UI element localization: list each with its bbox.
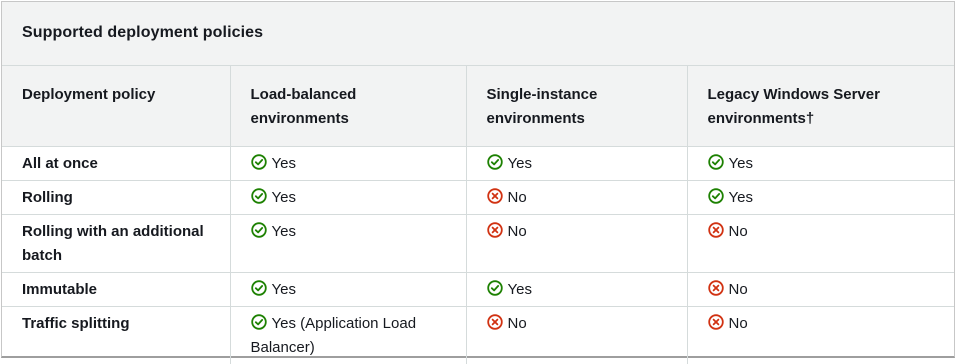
x-circle-icon (486, 187, 503, 204)
support-cell: Yes (230, 272, 467, 307)
support-cell: Yes (466, 272, 688, 307)
support-cell: Yes (466, 146, 688, 181)
support-cell: No (466, 180, 688, 215)
support-cell: Yes (687, 146, 954, 181)
x-circle-icon (707, 221, 724, 238)
check-circle-icon (250, 153, 267, 170)
check-circle-icon (250, 187, 267, 204)
table-caption: Supported deployment policies (2, 2, 954, 66)
support-value: Yes (271, 188, 296, 206)
table-row: Immutable Yes Yes No (2, 272, 954, 307)
support-value: Yes (271, 222, 296, 240)
support-cell: No (687, 306, 954, 364)
support-cell: No (687, 214, 954, 273)
table-row: Rolling Yes No Yes (2, 180, 954, 215)
support-value: No (728, 280, 748, 298)
table-body: All at once Yes Yes Yes Rolling Yes No Yes Rolli… (2, 146, 954, 364)
support-value: No (728, 222, 748, 240)
header-deployment-policy: Deployment policy (2, 66, 231, 147)
support-cell: No (466, 214, 688, 273)
x-circle-icon (486, 313, 503, 330)
policy-name: Traffic splitting (2, 306, 231, 364)
support-value: Yes (271, 154, 296, 172)
support-value: Yes (Application Load Balancer) (250, 314, 417, 356)
header-row: Deployment policy Load-balanced environm… (2, 66, 954, 147)
support-cell: Yes (Application Load Balancer) (230, 306, 467, 364)
x-circle-icon (707, 279, 724, 296)
table-row: Rolling with an additional batch Yes No No (2, 214, 954, 273)
check-circle-icon (707, 187, 724, 204)
support-cell: No (687, 272, 954, 307)
support-value: No (507, 188, 527, 206)
policy-name: Immutable (2, 272, 231, 307)
support-value: No (728, 314, 748, 332)
check-circle-icon (250, 279, 267, 296)
support-cell: Yes (230, 146, 467, 181)
support-cell: Yes (230, 214, 467, 273)
support-cell: No (466, 306, 688, 364)
check-circle-icon (707, 153, 724, 170)
support-value: Yes (271, 280, 296, 298)
policy-name: Rolling (2, 180, 231, 215)
x-circle-icon (707, 313, 724, 330)
policy-name: All at once (2, 146, 231, 181)
deployment-policies-table: Supported deployment policies Deployment… (1, 1, 955, 364)
support-value: Yes (728, 154, 753, 172)
policies-table: Deployment policy Load-balanced environm… (2, 66, 954, 364)
check-circle-icon (250, 313, 267, 330)
check-circle-icon (486, 279, 503, 296)
check-circle-icon (486, 153, 503, 170)
support-cell: Yes (687, 180, 954, 215)
support-value: Yes (507, 280, 532, 298)
table-row: Traffic splitting Yes (Application Load B… (2, 306, 954, 364)
support-value: No (507, 314, 527, 332)
support-value: No (507, 222, 527, 240)
support-value: Yes (728, 188, 753, 206)
policy-name: Rolling with an additional batch (2, 214, 231, 273)
support-value: Yes (507, 154, 532, 172)
header-load-balanced: Load-balanced environments (230, 66, 467, 147)
check-circle-icon (250, 221, 267, 238)
header-legacy-windows: Legacy Windows Server environments† (687, 66, 954, 147)
header-single-instance: Single-instance environments (466, 66, 688, 147)
x-circle-icon (486, 221, 503, 238)
table-row: All at once Yes Yes Yes (2, 146, 954, 181)
support-cell: Yes (230, 180, 467, 215)
